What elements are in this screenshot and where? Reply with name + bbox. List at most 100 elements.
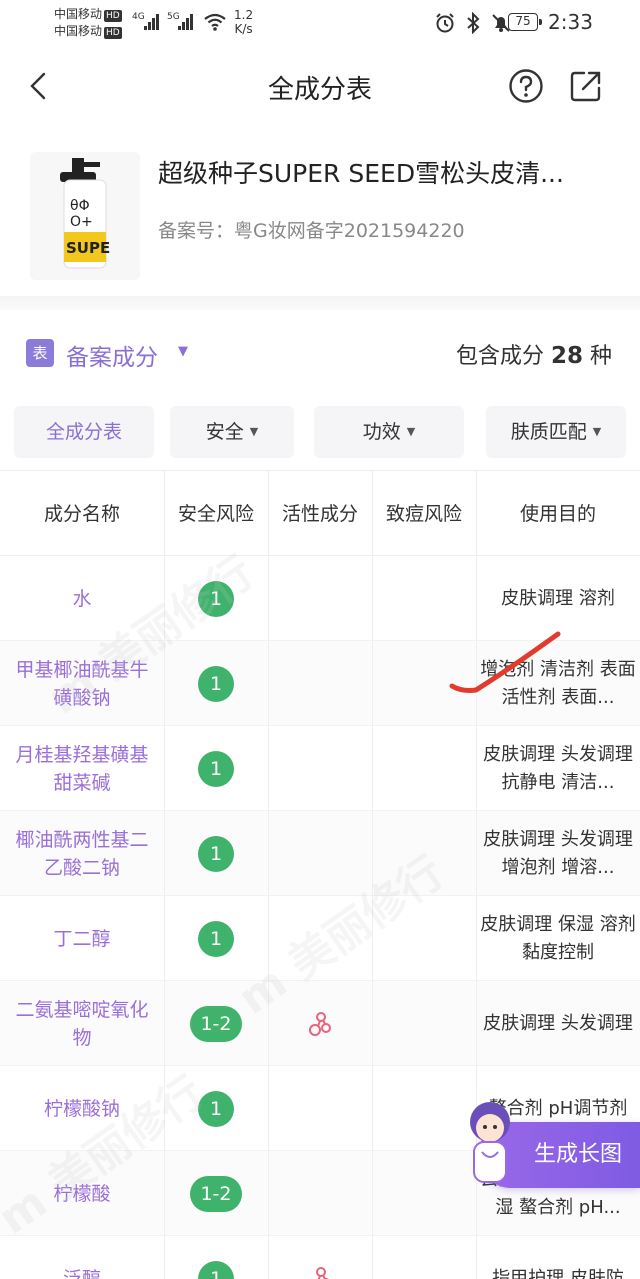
header-acne-risk: 致痘风险 bbox=[385, 503, 462, 525]
reg-number: 粤G妆网备字2021594220 bbox=[234, 220, 465, 242]
safety-risk-badge: 1 bbox=[198, 920, 234, 957]
acne-risk-cell bbox=[372, 726, 476, 811]
page-title: 全成分表 bbox=[267, 75, 372, 105]
section-title-dropdown[interactable]: 备案成分 bbox=[66, 338, 158, 372]
ingredient-name[interactable]: 水 bbox=[62, 585, 101, 613]
carrier-2: 中国移动 bbox=[54, 24, 103, 38]
safety-risk-badge: 1 bbox=[198, 580, 234, 617]
status-bar: 中国移动 HD 中国移动 HD 4G 5G 1.2 K/s 75 2:33 bbox=[0, 0, 640, 48]
share-icon[interactable] bbox=[568, 68, 604, 104]
speed-value: 1.2 bbox=[234, 8, 254, 22]
acne-risk-cell bbox=[372, 811, 476, 896]
safety-risk-badge: 1 bbox=[198, 835, 234, 872]
safety-risk-badge: 1 bbox=[198, 1090, 234, 1127]
hd-badge-2: HD bbox=[104, 27, 122, 39]
table-row[interactable]: 丁二醇 1 皮肤调理 保湿 溶剂 黏度控制 bbox=[0, 896, 640, 981]
carrier-1: 中国移动 bbox=[54, 7, 103, 21]
safety-risk-badge: 1-2 bbox=[190, 1175, 242, 1212]
header-purpose: 使用目的 bbox=[519, 503, 596, 525]
caret-down-icon[interactable]: ▼ bbox=[178, 344, 188, 359]
ingredient-name[interactable]: 柠檬酸 bbox=[43, 1180, 120, 1208]
table-row[interactable]: 月桂基羟基磺基甜菜碱 1 皮肤调理 头发调理 抗静电 清洁... bbox=[0, 726, 640, 811]
usage-purpose: 皮肤调理 头发调理 抗静电 清洁... bbox=[483, 743, 633, 793]
ingredient-name[interactable]: 泛醇 bbox=[53, 1265, 111, 1279]
acne-risk-cell bbox=[372, 981, 476, 1066]
product-header: θΦ O+ SUPE 超级种子SUPER SEED雪松头皮清... 备案号：粤G… bbox=[0, 140, 640, 290]
ingredient-count: 包含成分 28 种 bbox=[456, 338, 612, 370]
acne-risk-cell bbox=[372, 1236, 476, 1279]
active-cell bbox=[268, 726, 372, 811]
ingredient-name[interactable]: 月桂基羟基磺基甜菜碱 bbox=[0, 741, 164, 797]
generate-label: 生成长图 bbox=[534, 1142, 623, 1167]
count-number: 28 bbox=[550, 343, 583, 369]
battery-indicator: 75 bbox=[508, 13, 542, 31]
carrier-info: 中国移动 HD 中国移动 HD bbox=[54, 6, 122, 40]
svg-text:θΦ: θΦ bbox=[70, 198, 90, 214]
product-logo-text: SUPE bbox=[66, 239, 110, 257]
tab-label: 安全 bbox=[205, 421, 244, 443]
table-header: 成分名称 安全风险 活性成分 致痘风险 使用目的 bbox=[0, 470, 640, 556]
tab-label: 功效 bbox=[362, 421, 401, 443]
header-safety-risk: 安全风险 bbox=[177, 503, 254, 525]
network-speed: 1.2 K/s bbox=[234, 8, 253, 36]
table-row[interactable]: 椰油酰两性基二乙酸二钠 1 皮肤调理 头发调理 增泡剂 增溶... bbox=[0, 811, 640, 896]
usage-purpose: 皮肤调理 头发调理 bbox=[483, 1012, 633, 1034]
tab-skin-match[interactable]: 肤质匹配 ▼ bbox=[486, 406, 626, 458]
safety-risk-badge: 1-2 bbox=[190, 1005, 242, 1042]
usage-purpose: 增泡剂 清洁剂 表面活性剂 表面... bbox=[480, 658, 636, 708]
product-image: θΦ O+ SUPE bbox=[30, 152, 140, 280]
safety-risk-badge: 1 bbox=[198, 750, 234, 787]
active-ingredient-icon bbox=[309, 1011, 331, 1036]
tab-safety[interactable]: 安全 ▼ bbox=[170, 406, 294, 458]
product-name[interactable]: 超级种子SUPER SEED雪松头皮清... bbox=[158, 154, 628, 190]
count-prefix: 包含成分 bbox=[455, 344, 544, 369]
reg-label: 备案号： bbox=[158, 220, 235, 242]
usage-purpose: 指甲护理 皮肤防 bbox=[492, 1267, 624, 1279]
section-divider bbox=[0, 296, 640, 310]
table-row[interactable]: 二氨基嘧啶氧化物 1-2 皮肤调理 头发调理 bbox=[0, 981, 640, 1066]
active-cell bbox=[268, 1066, 372, 1151]
mascot-icon bbox=[470, 1102, 510, 1183]
ingredient-name[interactable]: 丁二醇 bbox=[43, 925, 120, 953]
network-type-1: 4G bbox=[132, 12, 145, 22]
active-cell bbox=[268, 1236, 372, 1279]
signal-icon-2 bbox=[178, 14, 196, 30]
table-row[interactable]: 水 1 皮肤调理 溶剂 bbox=[0, 556, 640, 641]
acne-risk-cell bbox=[372, 556, 476, 641]
active-cell bbox=[268, 811, 372, 896]
header-active: 活性成分 bbox=[281, 503, 358, 525]
product-registration: 备案号：粤G妆网备字2021594220 bbox=[158, 216, 465, 243]
ingredient-name[interactable]: 甲基椰油酰基牛磺酸钠 bbox=[0, 656, 164, 712]
status-time: 2:33 bbox=[548, 10, 593, 34]
bluetooth-icon bbox=[467, 12, 480, 34]
ingredient-name[interactable]: 二氨基嘧啶氧化物 bbox=[0, 996, 164, 1052]
tab-all-ingredients[interactable]: 全成分表 bbox=[14, 406, 154, 458]
usage-purpose: 皮肤调理 头发调理 增泡剂 增溶... bbox=[483, 828, 633, 878]
caret-down-icon: ▼ bbox=[249, 425, 259, 438]
active-cell bbox=[268, 556, 372, 641]
help-icon[interactable] bbox=[508, 68, 544, 104]
ingredient-name[interactable]: 椰油酰两性基二乙酸二钠 bbox=[0, 826, 164, 882]
caret-down-icon: ▼ bbox=[592, 425, 602, 438]
usage-purpose: 皮肤调理 溶剂 bbox=[501, 587, 615, 609]
table-row[interactable]: 泛醇 1 指甲护理 皮肤防 bbox=[0, 1236, 640, 1279]
alarm-icon bbox=[436, 13, 454, 33]
active-cell bbox=[268, 641, 372, 726]
filter-tabs: 全成分表 安全 ▼ 功效 ▼ 肤质匹配 ▼ bbox=[0, 406, 640, 458]
active-ingredient-icon bbox=[312, 1266, 330, 1279]
active-cell bbox=[268, 981, 372, 1066]
tab-label: 全成分表 bbox=[45, 421, 122, 443]
caret-down-icon: ▼ bbox=[406, 425, 416, 438]
active-cell bbox=[268, 896, 372, 981]
speed-unit: K/s bbox=[234, 22, 253, 36]
hd-badge-1: HD bbox=[104, 10, 122, 22]
acne-risk-cell bbox=[372, 896, 476, 981]
ingredient-name[interactable]: 柠檬酸钠 bbox=[34, 1095, 130, 1123]
wifi-icon bbox=[204, 13, 226, 31]
usage-purpose: 皮肤调理 保湿 溶剂 黏度控制 bbox=[480, 913, 636, 963]
tab-efficacy[interactable]: 功效 ▼ bbox=[314, 406, 464, 458]
tab-label: 肤质匹配 bbox=[510, 421, 587, 443]
table-row[interactable]: 甲基椰油酰基牛磺酸钠 1 增泡剂 清洁剂 表面活性剂 表面... bbox=[0, 641, 640, 726]
section-header: 表 备案成分 ▼ 包含成分 28 种 bbox=[0, 330, 640, 380]
svg-text:O+: O+ bbox=[70, 214, 93, 230]
